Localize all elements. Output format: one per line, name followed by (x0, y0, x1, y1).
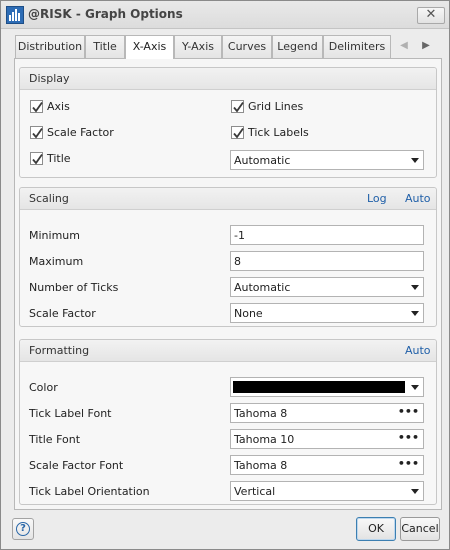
title-font-label: Title Font (29, 433, 81, 446)
title-mode-value: Automatic (234, 154, 291, 167)
formatting-group-title: Formatting (29, 344, 90, 357)
grid-lines-checkbox[interactable]: Grid Lines (231, 100, 351, 116)
chevron-down-icon (411, 158, 419, 163)
title-bar: @RISK - Graph Options ✕ (1, 1, 449, 29)
scale-factor-font-value: Tahoma 8 (234, 459, 288, 472)
tab-title[interactable]: Title (85, 35, 125, 58)
scaling-group-header: Scaling Log Auto (20, 188, 436, 210)
maximum-label: Maximum (29, 255, 84, 268)
color-label: Color (29, 381, 58, 394)
title-font-value: Tahoma 10 (234, 433, 295, 446)
tick-label-orientation-select[interactable]: Vertical (230, 481, 424, 501)
chevron-down-icon (411, 285, 419, 290)
tab-delimiters[interactable]: Delimiters (323, 35, 391, 58)
cancel-button[interactable]: Cancel (400, 517, 440, 541)
formatting-group-header: Formatting Auto (20, 340, 436, 362)
title-mode-select[interactable]: Automatic (230, 150, 424, 170)
maximum-value: 8 (234, 255, 241, 268)
checkmark-icon (30, 126, 43, 139)
display-group-title: Display (29, 72, 70, 85)
scale-factor-value: None (234, 307, 263, 320)
scale-factor-checkbox-label: Scale Factor (47, 126, 114, 139)
scaling-auto-link[interactable]: Auto (405, 192, 431, 205)
checkmark-icon (30, 152, 43, 165)
number-of-ticks-select[interactable]: Automatic (230, 277, 424, 297)
chevron-down-icon (411, 489, 419, 494)
number-of-ticks-value: Automatic (234, 281, 291, 294)
checkmark-icon (231, 100, 244, 113)
title-checkbox-label: Title (47, 152, 71, 165)
tab-strip: Distribution Title X-Axis Y-Axis Curves … (15, 35, 439, 59)
close-icon: ✕ (425, 7, 437, 22)
display-group: Display Axis Grid Lines Scale Factor Tic… (19, 67, 437, 178)
title-checkbox[interactable]: Title (30, 152, 120, 168)
axis-checkbox-label: Axis (47, 100, 70, 113)
tab-scroll-left-button[interactable]: ◀ (395, 35, 413, 57)
chevron-right-icon: ▶ (422, 40, 430, 51)
help-button[interactable]: ? (12, 518, 34, 540)
tick-label-font-field[interactable]: Tahoma 8 ••• (230, 403, 424, 423)
close-button[interactable]: ✕ (417, 7, 445, 24)
log-link[interactable]: Log (367, 192, 387, 205)
number-of-ticks-label: Number of Ticks (29, 281, 119, 294)
checkmark-icon (231, 126, 244, 139)
window-title: @RISK - Graph Options (28, 7, 183, 21)
scale-factor-select[interactable]: None (230, 303, 424, 323)
tab-distribution[interactable]: Distribution (15, 35, 85, 58)
color-picker[interactable] (230, 377, 424, 397)
tick-labels-checkbox-label: Tick Labels (248, 126, 309, 139)
graph-options-dialog: @RISK - Graph Options ✕ Distribution Tit… (0, 0, 450, 550)
tab-scroll-right-button[interactable]: ▶ (417, 35, 435, 57)
tick-label-font-label: Tick Label Font (29, 407, 112, 420)
help-icon: ? (16, 522, 30, 536)
scale-factor-font-field[interactable]: Tahoma 8 ••• (230, 455, 424, 475)
ok-button[interactable]: OK (356, 517, 396, 541)
tick-label-orientation-label: Tick Label Orientation (29, 485, 150, 498)
minimum-input[interactable]: -1 (230, 225, 424, 245)
tab-legend[interactable]: Legend (272, 35, 323, 58)
tab-curves[interactable]: Curves (222, 35, 272, 58)
chevron-down-icon (411, 311, 419, 316)
x-axis-panel: Display Axis Grid Lines Scale Factor Tic… (14, 58, 442, 510)
scale-factor-checkbox[interactable]: Scale Factor (30, 126, 150, 142)
ellipsis-icon[interactable]: ••• (398, 457, 419, 470)
formatting-auto-link[interactable]: Auto (405, 344, 431, 357)
scaling-group-title: Scaling (29, 192, 69, 205)
tick-label-font-value: Tahoma 8 (234, 407, 288, 420)
title-font-field[interactable]: Tahoma 10 ••• (230, 429, 424, 449)
minimum-value: -1 (234, 229, 245, 242)
tick-label-orientation-value: Vertical (234, 485, 276, 498)
tab-x-axis[interactable]: X-Axis (125, 35, 174, 59)
display-group-header: Display (20, 68, 436, 90)
minimum-label: Minimum (29, 229, 80, 242)
formatting-group: Formatting Auto Color Tick Label Font Ta… (19, 339, 437, 505)
ellipsis-icon[interactable]: ••• (398, 405, 419, 418)
scale-factor-font-label: Scale Factor Font (29, 459, 124, 472)
grid-lines-checkbox-label: Grid Lines (248, 100, 304, 113)
axis-checkbox[interactable]: Axis (30, 100, 120, 116)
scale-factor-label: Scale Factor (29, 307, 96, 320)
checkmark-icon (30, 100, 43, 113)
chevron-down-icon (411, 385, 419, 390)
ellipsis-icon[interactable]: ••• (398, 431, 419, 444)
scaling-group: Scaling Log Auto Minimum -1 Maximum 8 Nu… (19, 187, 437, 327)
tick-labels-checkbox[interactable]: Tick Labels (231, 126, 351, 142)
maximum-input[interactable]: 8 (230, 251, 424, 271)
tab-y-axis[interactable]: Y-Axis (174, 35, 222, 58)
color-swatch (233, 381, 405, 393)
risk-chart-icon (6, 6, 24, 24)
chevron-left-icon: ◀ (400, 40, 408, 51)
